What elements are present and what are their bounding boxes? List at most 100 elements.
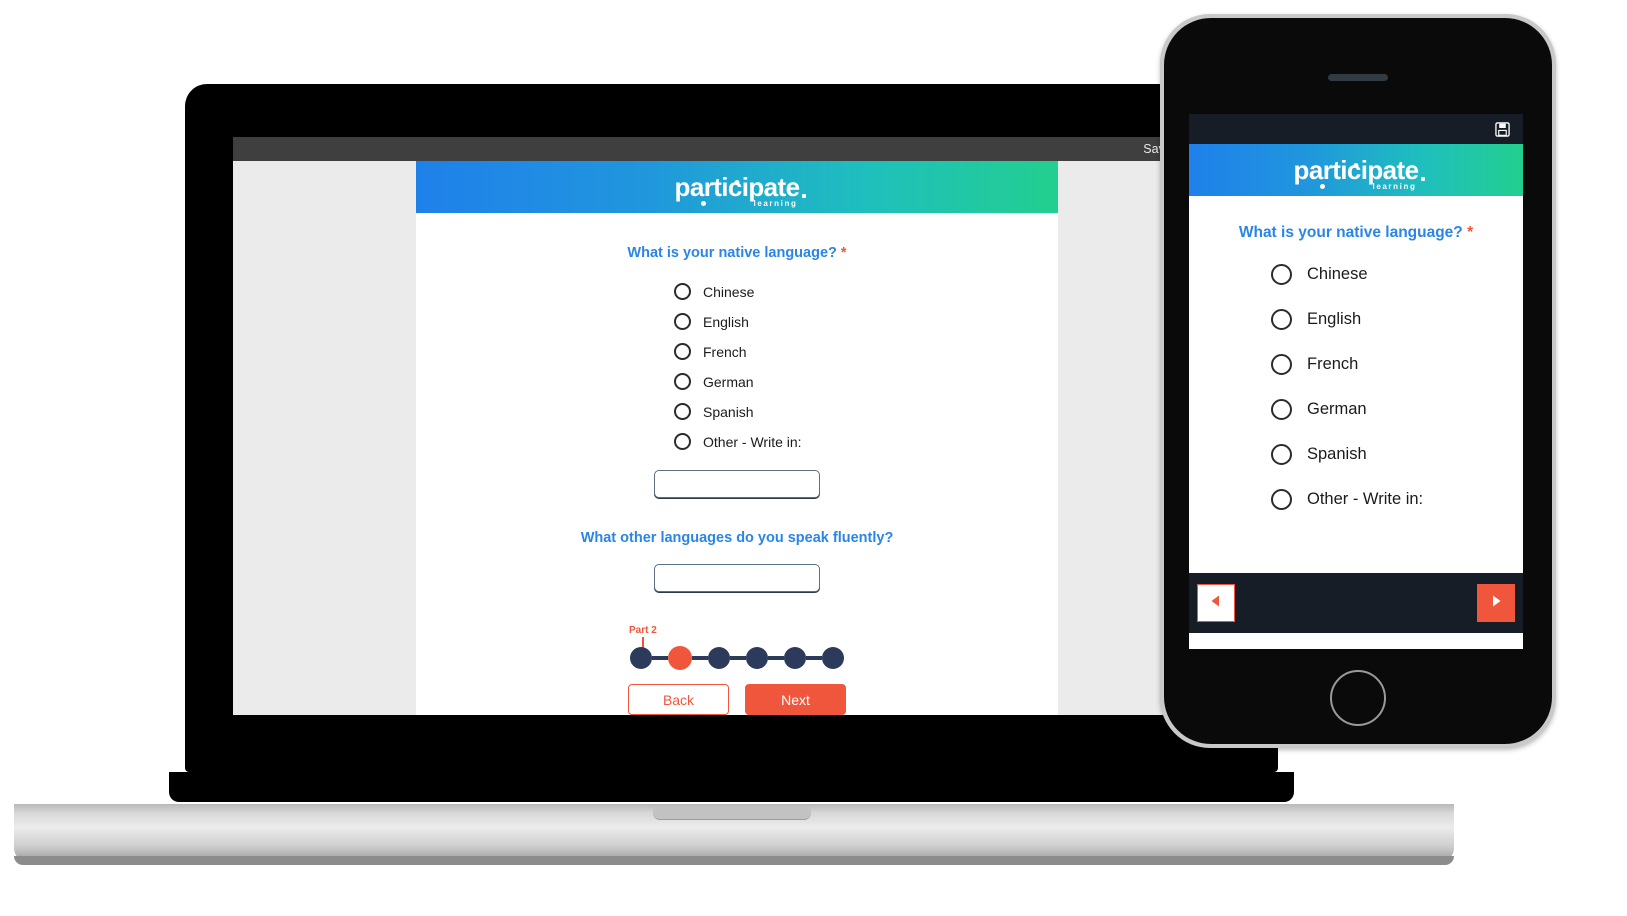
radio-circle-icon[interactable] [1271, 309, 1292, 330]
radio-circle-icon[interactable] [1271, 354, 1292, 375]
screenshot-stage: Save and conti participate learning What… [0, 0, 1627, 916]
stepper-current-label: Part 2 [629, 625, 657, 636]
triangle-left-icon [1208, 593, 1224, 614]
radio-circle-icon[interactable] [674, 283, 691, 300]
phone-previous-button[interactable] [1197, 584, 1235, 622]
form-actions: Back Next [416, 684, 1058, 715]
laptop-base-lip [14, 856, 1454, 865]
stepper-link [730, 656, 746, 660]
phone-radio-option-other[interactable]: Other - Write in: [1271, 489, 1523, 510]
other-languages-fluent-input[interactable] [654, 564, 820, 592]
logo-wordmark: participate [674, 172, 800, 202]
stepper-link [692, 656, 708, 660]
stepper-node-4[interactable] [746, 647, 768, 669]
phone-earpiece-speaker [1328, 74, 1388, 81]
question-1-title: What is your native language? * [416, 245, 1058, 261]
phone-question-1-title: What is your native language? * [1189, 196, 1523, 242]
question-2-text: What other languages do you speak fluent… [580, 530, 894, 546]
radio-label: English [703, 313, 749, 330]
radio-circle-icon[interactable] [1271, 399, 1292, 420]
radio-label: French [703, 343, 747, 360]
phone-radio-option-french[interactable]: French [1271, 354, 1523, 375]
progress-stepper: Part 2 [416, 622, 1058, 670]
radio-option-english[interactable]: English [674, 313, 1058, 330]
radio-circle-icon[interactable] [1271, 264, 1292, 285]
stepper-node-6[interactable] [822, 647, 844, 669]
brand-header: participate learning [416, 161, 1058, 213]
survey-page: participate learning What is your native… [416, 161, 1058, 715]
phone-radio-option-german[interactable]: German [1271, 399, 1523, 420]
radio-option-chinese[interactable]: Chinese [674, 283, 1058, 300]
laptop-trackpad-notch [653, 806, 811, 820]
phone-question-1-text: What is your native language? [1238, 224, 1463, 241]
radio-option-other[interactable]: Other - Write in: [674, 433, 1058, 450]
radio-circle-icon[interactable] [674, 403, 691, 420]
logo-tagline: learning [1372, 182, 1417, 191]
radio-circle-icon[interactable] [674, 373, 691, 390]
stepper-current-flag: Part 2 [629, 625, 657, 648]
stepper-link [806, 656, 822, 660]
logo-wordmark: participate [1293, 155, 1419, 185]
phone-radio-option-english[interactable]: English [1271, 309, 1523, 330]
question-2-title: What other languages do you speak fluent… [416, 530, 1058, 546]
laptop-lid-foot [169, 772, 1294, 802]
radio-circle-icon[interactable] [674, 313, 691, 330]
laptop-device: Save and conti participate learning What… [169, 84, 1294, 804]
radio-label: Chinese [1307, 265, 1368, 283]
radio-label: Other - Write in: [703, 433, 802, 450]
phone-home-button[interactable] [1330, 670, 1386, 726]
phone-brand-header: participate learning [1189, 144, 1523, 196]
back-button[interactable]: Back [628, 684, 729, 715]
save-disk-icon[interactable] [1495, 121, 1510, 137]
stepper-link [652, 656, 668, 660]
logo-period-icon [802, 194, 807, 198]
radio-label: French [1307, 355, 1359, 373]
radio-label: German [1307, 400, 1367, 418]
phone-radio-option-spanish[interactable]: Spanish [1271, 444, 1523, 465]
radio-option-german[interactable]: German [674, 373, 1058, 390]
logo-i-dot-icon [1353, 163, 1359, 168]
participate-learning-logo: participate learning [674, 172, 807, 208]
phone-nav-bar [1189, 573, 1523, 633]
logo-period-icon [1421, 177, 1426, 181]
radio-label: Chinese [703, 283, 755, 300]
stepper-node-5[interactable] [784, 647, 806, 669]
next-button[interactable]: Next [745, 684, 846, 715]
logo-i-dot-icon [734, 180, 740, 185]
logo-accent-dot-icon [700, 201, 706, 206]
stepper-node-1[interactable] [630, 647, 652, 669]
question-1-text: What is your native language? [627, 245, 837, 261]
browser-toolbar: Save and conti [233, 137, 1230, 161]
radio-label: Other - Write in: [1307, 490, 1424, 508]
phone-next-button[interactable] [1477, 584, 1515, 622]
logo-accent-dot-icon [1319, 184, 1325, 189]
triangle-right-icon [1488, 593, 1504, 614]
radio-label: German [703, 373, 754, 390]
phone-device: participate learning What is your native… [1160, 14, 1556, 748]
language-radio-group: Chinese English French German Spanish Ot… [416, 283, 1058, 450]
stepper-track [416, 646, 1058, 670]
laptop-screen: Save and conti participate learning What… [233, 137, 1230, 715]
phone-language-radio-group: Chinese English French German Spanish Ot… [1189, 264, 1523, 510]
phone-screen: participate learning What is your native… [1189, 114, 1523, 649]
radio-label: English [1307, 310, 1362, 328]
radio-option-french[interactable]: French [674, 343, 1058, 360]
stepper-node-3[interactable] [708, 647, 730, 669]
stepper-link [768, 656, 784, 660]
phone-form-content: What is your native language? * Chinese … [1189, 196, 1523, 573]
participate-learning-logo: participate learning [1293, 155, 1426, 191]
phone-radio-option-chinese[interactable]: Chinese [1271, 264, 1523, 285]
logo-tagline: learning [753, 199, 798, 208]
required-asterisk: * [840, 245, 847, 261]
radio-option-spanish[interactable]: Spanish [674, 403, 1058, 420]
radio-circle-icon[interactable] [1271, 444, 1292, 465]
radio-circle-icon[interactable] [1271, 489, 1292, 510]
phone-required-asterisk: * [1467, 224, 1474, 241]
radio-label: Spanish [703, 403, 754, 420]
radio-circle-icon[interactable] [674, 343, 691, 360]
phone-status-bar [1189, 114, 1523, 144]
other-language-input[interactable] [654, 470, 820, 498]
radio-label: Spanish [1307, 445, 1367, 463]
radio-circle-icon[interactable] [674, 433, 691, 450]
stepper-node-2-active[interactable] [668, 646, 692, 670]
